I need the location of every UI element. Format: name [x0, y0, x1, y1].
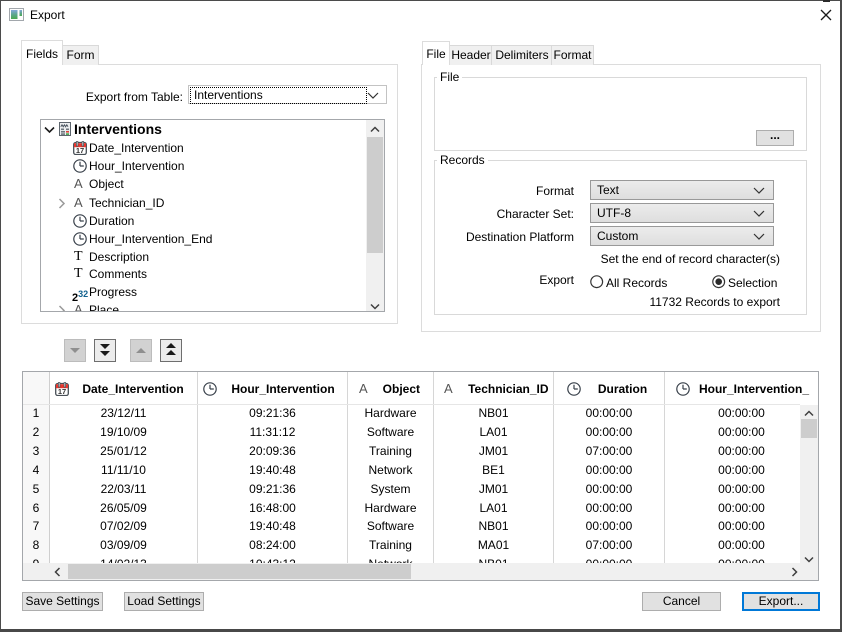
svg-text:17: 17 — [58, 387, 66, 396]
svg-text:17: 17 — [76, 146, 84, 155]
